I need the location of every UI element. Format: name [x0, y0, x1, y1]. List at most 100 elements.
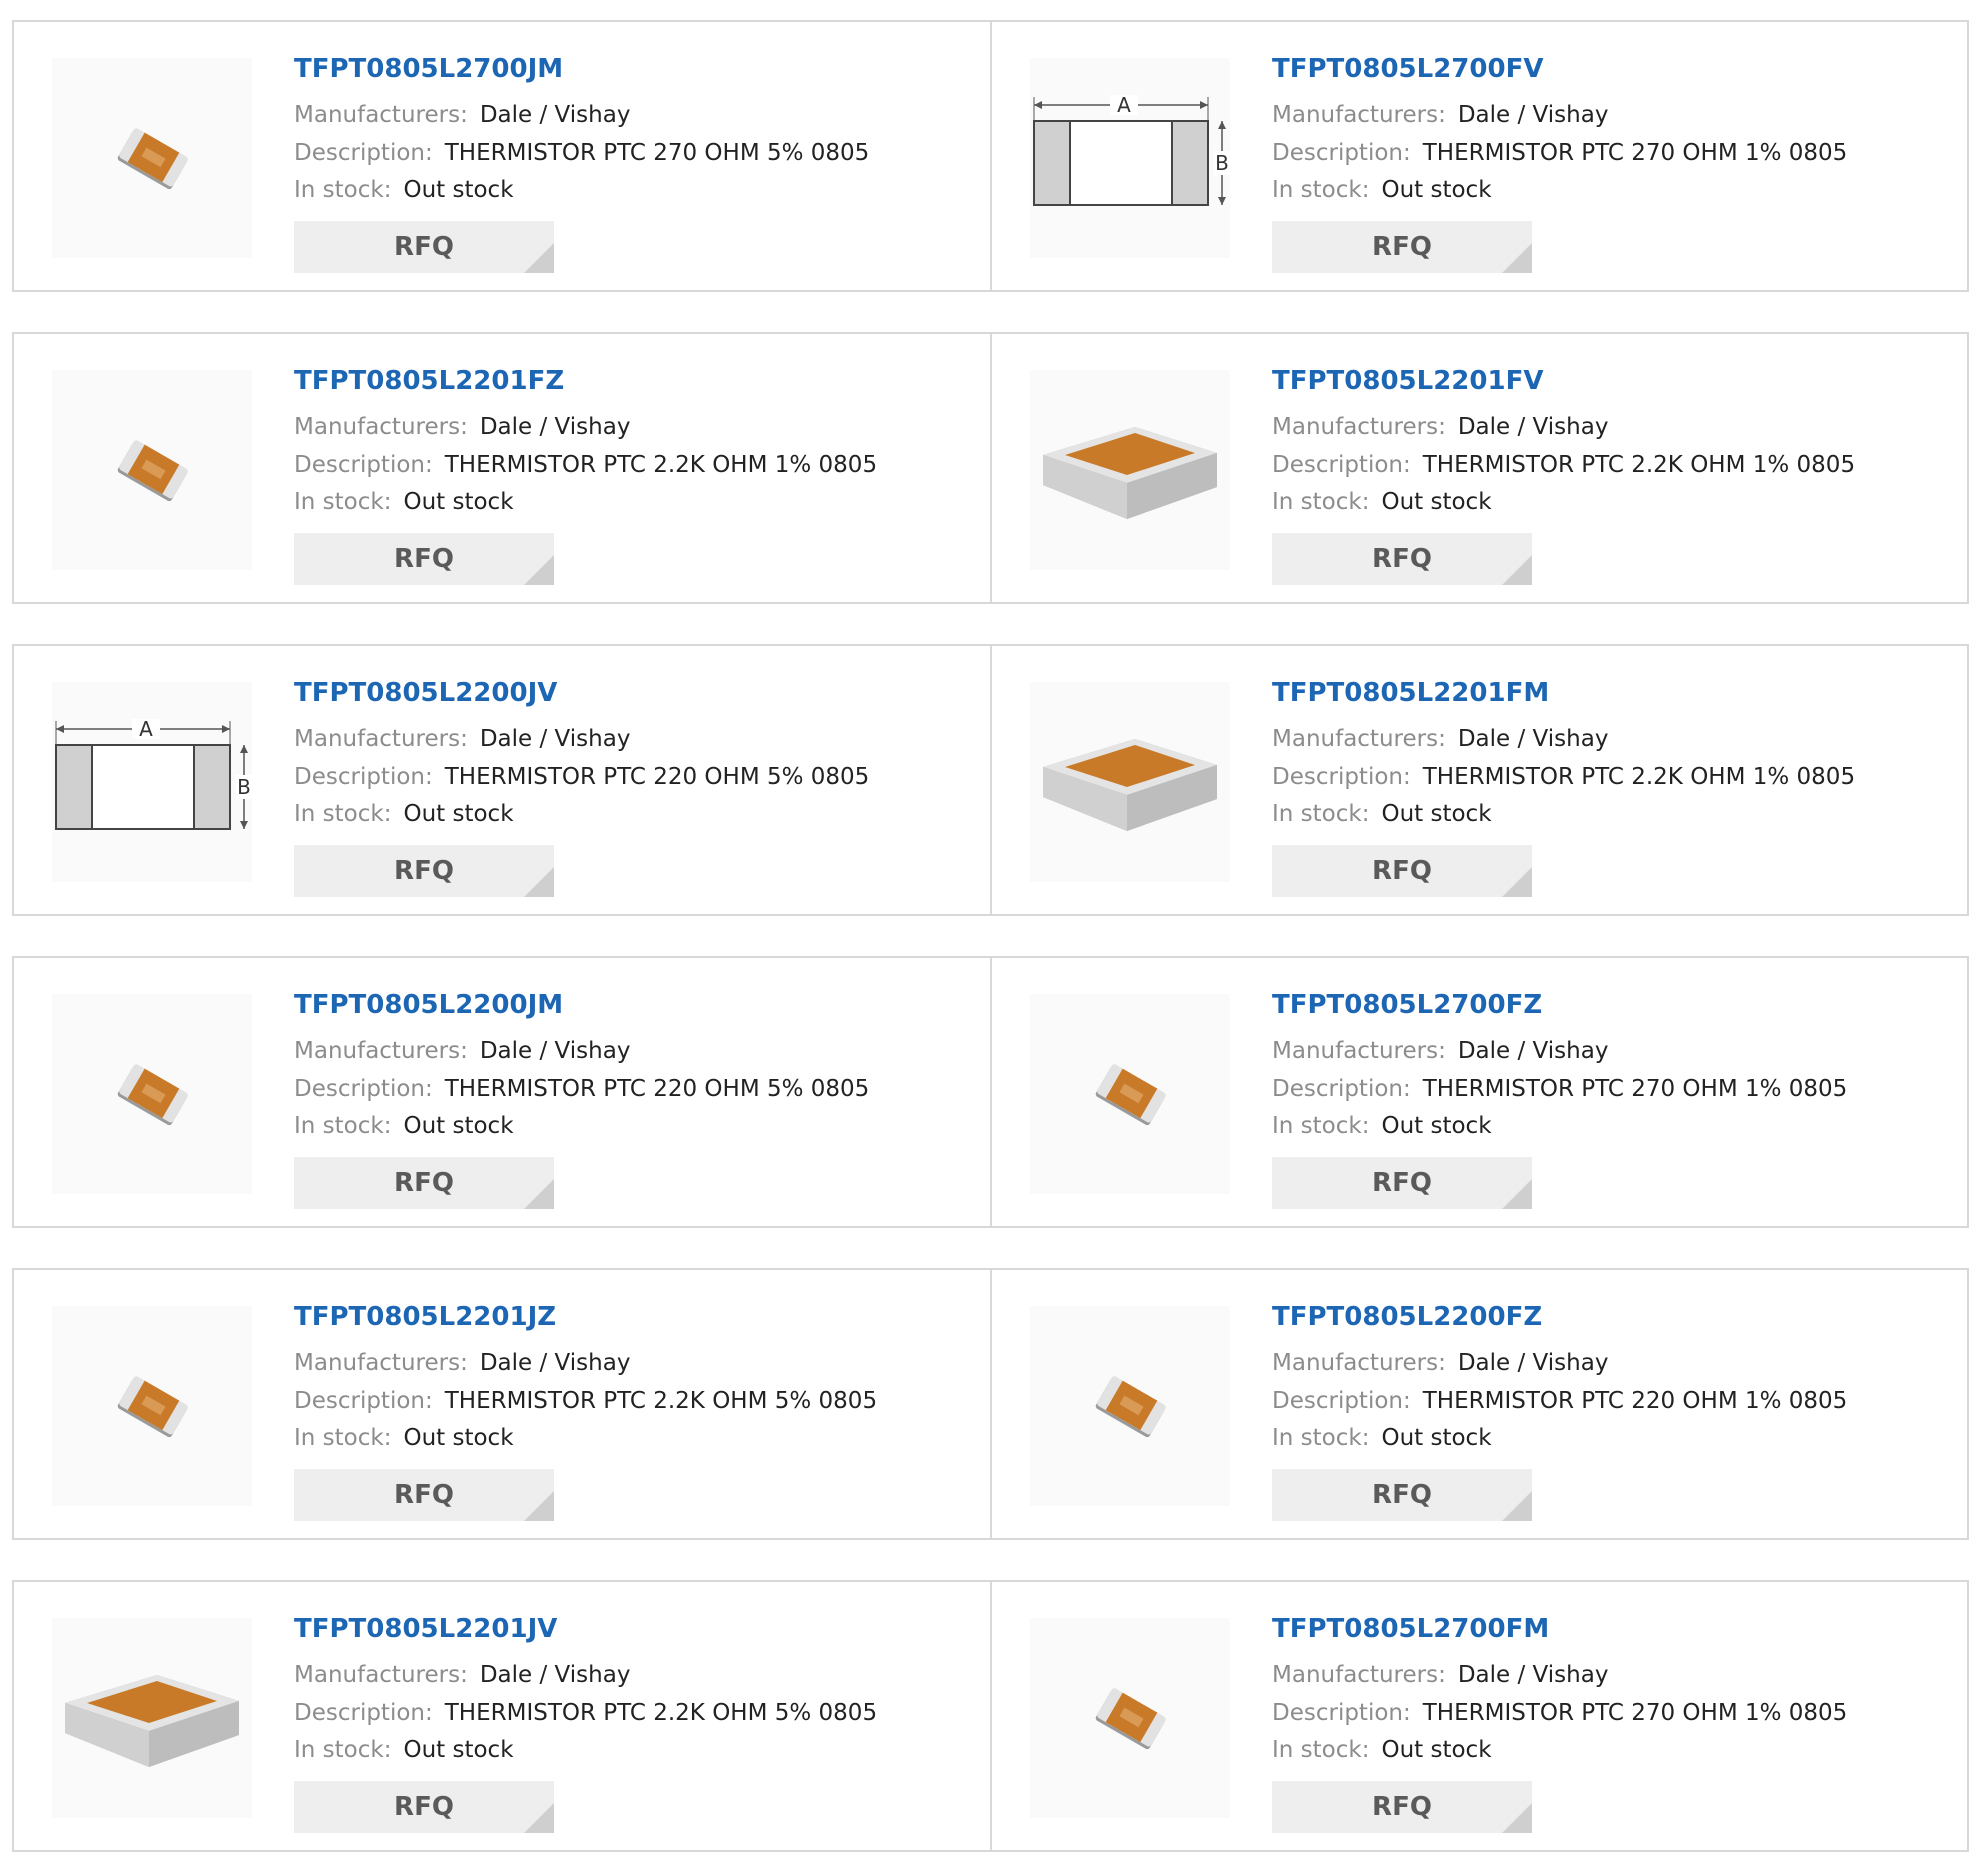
- description-label: Description:: [294, 764, 433, 790]
- stock-label: In stock:: [294, 1737, 392, 1763]
- product-part-number-link[interactable]: TFPT0805L2201FV: [1272, 366, 1543, 396]
- rfq-button[interactable]: RFQ: [1272, 533, 1532, 585]
- description-line: Description: THERMISTOR PTC 270 OHM 1% 08…: [1272, 140, 1847, 166]
- manufacturer-label: Manufacturers:: [294, 726, 468, 752]
- manufacturer-line: Manufacturers: Dale / Vishay: [294, 414, 630, 440]
- product-image[interactable]: [52, 370, 252, 570]
- corner-triangle-icon: [1502, 867, 1532, 897]
- small-chip-icon: [1095, 1376, 1166, 1438]
- rfq-button[interactable]: RFQ: [294, 1157, 554, 1209]
- rfq-button[interactable]: RFQ: [294, 1469, 554, 1521]
- rfq-button-label: RFQ: [394, 1792, 454, 1822]
- rfq-button[interactable]: RFQ: [1272, 845, 1532, 897]
- description-label: Description:: [1272, 764, 1411, 790]
- description-value: THERMISTOR PTC 2.2K OHM 1% 0805: [1422, 452, 1856, 478]
- description-value: THERMISTOR PTC 270 OHM 1% 0805: [1422, 1700, 1848, 1726]
- description-line: Description: THERMISTOR PTC 220 OHM 1% 08…: [1272, 1388, 1847, 1414]
- product-card: TFPT0805L2201JZ Manufacturers: Dale / Vis…: [14, 1270, 990, 1538]
- small-chip-icon: [117, 128, 188, 190]
- rfq-button-label: RFQ: [394, 1168, 454, 1198]
- description-line: Description: THERMISTOR PTC 220 OHM 5% 08…: [294, 764, 869, 790]
- manufacturer-line: Manufacturers: Dale / Vishay: [1272, 102, 1608, 128]
- corner-triangle-icon: [524, 867, 554, 897]
- product-card: TFPT0805L2201FM Manufacturers: Dale / Vis…: [992, 646, 1969, 914]
- description-label: Description:: [1272, 1388, 1411, 1414]
- product-image[interactable]: [52, 1306, 252, 1506]
- stock-value: Out stock: [1381, 801, 1492, 827]
- manufacturer-line: Manufacturers: Dale / Vishay: [294, 102, 630, 128]
- rfq-button[interactable]: RFQ: [294, 533, 554, 585]
- rfq-button[interactable]: RFQ: [1272, 1469, 1532, 1521]
- stock-label: In stock:: [294, 1113, 392, 1139]
- product-part-number-link[interactable]: TFPT0805L2201JZ: [294, 1302, 556, 1332]
- manufacturer-value: Dale / Vishay: [479, 414, 631, 440]
- rfq-button[interactable]: RFQ: [1272, 221, 1532, 273]
- stock-line: In stock: Out stock: [1272, 1425, 1492, 1451]
- stock-label: In stock:: [1272, 489, 1370, 515]
- manufacturer-value: Dale / Vishay: [1457, 1038, 1609, 1064]
- product-part-number-link[interactable]: TFPT0805L2201FZ: [294, 366, 564, 396]
- stock-label: In stock:: [294, 177, 392, 203]
- rfq-button[interactable]: RFQ: [1272, 1157, 1532, 1209]
- manufacturer-label: Manufacturers:: [1272, 1662, 1446, 1688]
- product-image[interactable]: AB: [1030, 58, 1230, 258]
- product-image[interactable]: [52, 994, 252, 1194]
- description-line: Description: THERMISTOR PTC 270 OHM 1% 08…: [1272, 1700, 1847, 1726]
- corner-triangle-icon: [524, 1803, 554, 1833]
- rfq-button-label: RFQ: [1372, 1792, 1432, 1822]
- small-chip-icon: [117, 1064, 188, 1126]
- rfq-button-label: RFQ: [394, 544, 454, 574]
- stock-line: In stock: Out stock: [1272, 489, 1492, 515]
- product-part-number-link[interactable]: TFPT0805L2201JV: [294, 1614, 557, 1644]
- manufacturer-label: Manufacturers:: [1272, 102, 1446, 128]
- rfq-button[interactable]: RFQ: [1272, 1781, 1532, 1833]
- rfq-button[interactable]: RFQ: [294, 845, 554, 897]
- product-image[interactable]: [1030, 682, 1230, 882]
- stock-line: In stock: Out stock: [1272, 1113, 1492, 1139]
- description-line: Description: THERMISTOR PTC 2.2K OHM 5% 0…: [294, 1388, 877, 1414]
- product-row: TFPT0805L2700JM Manufacturers: Dale / Vis…: [12, 20, 1969, 292]
- product-image[interactable]: [52, 58, 252, 258]
- product-part-number-link[interactable]: TFPT0805L2201FM: [1272, 678, 1549, 708]
- product-image[interactable]: [1030, 1306, 1230, 1506]
- stock-line: In stock: Out stock: [294, 1113, 514, 1139]
- manufacturer-value: Dale / Vishay: [1457, 414, 1609, 440]
- product-part-number-link[interactable]: TFPT0805L2700JM: [294, 54, 563, 84]
- product-part-number-link[interactable]: TFPT0805L2700FM: [1272, 1614, 1549, 1644]
- manufacturer-line: Manufacturers: Dale / Vishay: [1272, 726, 1608, 752]
- small-chip-icon: [117, 440, 188, 502]
- rfq-button[interactable]: RFQ: [294, 221, 554, 273]
- product-image[interactable]: [52, 1618, 252, 1818]
- stock-label: In stock:: [1272, 1737, 1370, 1763]
- product-image[interactable]: [1030, 994, 1230, 1194]
- product-image[interactable]: AB: [52, 682, 252, 882]
- rfq-button-label: RFQ: [1372, 856, 1432, 886]
- stock-line: In stock: Out stock: [294, 801, 514, 827]
- description-label: Description:: [294, 452, 433, 478]
- dimension-diagram-icon: AB: [1033, 93, 1230, 206]
- manufacturer-line: Manufacturers: Dale / Vishay: [1272, 414, 1608, 440]
- description-value: THERMISTOR PTC 2.2K OHM 1% 0805: [444, 452, 878, 478]
- manufacturer-line: Manufacturers: Dale / Vishay: [294, 1038, 630, 1064]
- description-line: Description: THERMISTOR PTC 220 OHM 5% 08…: [294, 1076, 869, 1102]
- manufacturer-label: Manufacturers:: [1272, 726, 1446, 752]
- product-part-number-link[interactable]: TFPT0805L2200FZ: [1272, 1302, 1542, 1332]
- manufacturer-line: Manufacturers: Dale / Vishay: [294, 726, 630, 752]
- product-row: TFPT0805L2200JM Manufacturers: Dale / Vis…: [12, 956, 1969, 1228]
- corner-triangle-icon: [1502, 1491, 1532, 1521]
- manufacturer-label: Manufacturers:: [294, 1038, 468, 1064]
- rfq-button[interactable]: RFQ: [294, 1781, 554, 1833]
- manufacturer-line: Manufacturers: Dale / Vishay: [1272, 1038, 1608, 1064]
- large-chip-icon: [1043, 427, 1217, 519]
- product-grid: TFPT0805L2700JM Manufacturers: Dale / Vis…: [0, 0, 1969, 1852]
- product-part-number-link[interactable]: TFPT0805L2200JV: [294, 678, 557, 708]
- large-chip-icon: [1043, 739, 1217, 831]
- product-image[interactable]: [1030, 1618, 1230, 1818]
- product-row: TFPT0805L2201JV Manufacturers: Dale / Vis…: [12, 1580, 1969, 1852]
- product-image[interactable]: [1030, 370, 1230, 570]
- product-part-number-link[interactable]: TFPT0805L2700FV: [1272, 54, 1543, 84]
- stock-label: In stock:: [294, 801, 392, 827]
- product-part-number-link[interactable]: TFPT0805L2700FZ: [1272, 990, 1542, 1020]
- description-line: Description: THERMISTOR PTC 2.2K OHM 5% 0…: [294, 1700, 877, 1726]
- product-part-number-link[interactable]: TFPT0805L2200JM: [294, 990, 563, 1020]
